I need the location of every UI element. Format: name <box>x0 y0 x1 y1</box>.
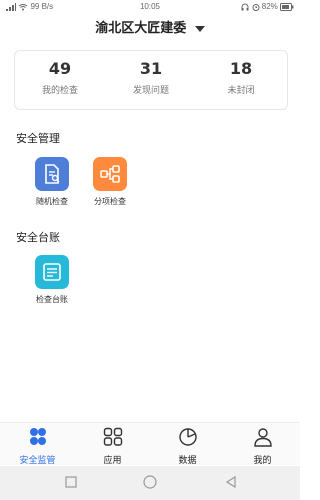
tab-label: 我的 <box>253 456 272 466</box>
stat-label: 发现问题 <box>132 86 169 96</box>
stat-label: 我的检查 <box>41 86 78 96</box>
home-icon[interactable] <box>142 475 158 491</box>
stat-my-checks[interactable]: 49 我的检查 <box>15 59 105 96</box>
tab-label: 数据 <box>178 456 197 466</box>
apps-icon <box>103 427 122 446</box>
org-selector[interactable]: 渝北区大匠建委 <box>95 16 205 42</box>
grid-dots-icon <box>29 428 46 445</box>
tile-random-check[interactable]: 随机检查 <box>22 157 82 207</box>
back-icon[interactable] <box>224 475 238 489</box>
battery-icon <box>280 2 294 11</box>
stat-value: 49 <box>48 59 72 78</box>
tile-label: 随机检查 <box>36 197 68 206</box>
headset-icon <box>241 3 249 11</box>
document-search-icon <box>35 157 69 191</box>
section-title-safety-ledger: 安全台账 <box>16 231 60 244</box>
tab-safety-supervision[interactable]: 安全监管 <box>0 427 75 466</box>
battery-level: 82% <box>261 2 278 11</box>
branch-icon <box>93 157 127 191</box>
tab-label: 安全监管 <box>19 456 56 466</box>
status-bar: 99 B/s 10:05 82% <box>0 0 300 14</box>
stat-value: 18 <box>229 59 253 78</box>
tab-mine[interactable]: 我的 <box>225 427 300 466</box>
status-right: 82% <box>241 2 294 11</box>
stat-value: 31 <box>139 59 163 78</box>
tile-label: 检查台账 <box>36 295 68 304</box>
system-nav-bar <box>0 466 300 500</box>
stat-issues-found[interactable]: 31 发现问题 <box>106 59 196 96</box>
ledger-icon <box>35 255 69 289</box>
tab-data[interactable]: 数据 <box>150 427 225 466</box>
pie-chart-icon <box>178 428 197 446</box>
section-title-safety-management: 安全管理 <box>16 132 60 145</box>
alarm-icon <box>252 3 260 11</box>
bottom-nav: 安全监管 应用 数据 我的 <box>0 422 300 466</box>
tile-inspection-ledger[interactable]: 检查台账 <box>22 255 82 305</box>
header: 渝北区大匠建委 <box>0 16 300 42</box>
page-title: 渝北区大匠建委 <box>95 21 187 36</box>
stat-label: 未封闭 <box>227 86 255 96</box>
tab-label: 应用 <box>103 456 122 466</box>
chevron-down-icon <box>194 25 205 32</box>
tile-label: 分项检查 <box>94 197 126 206</box>
tile-itemized-check[interactable]: 分项检查 <box>80 157 140 207</box>
stat-not-closed[interactable]: 18 未封闭 <box>196 59 286 96</box>
tab-apps[interactable]: 应用 <box>75 427 150 466</box>
stats-card: 49 我的检查 31 发现问题 18 未封闭 <box>14 50 288 110</box>
recent-apps-icon[interactable] <box>64 475 78 489</box>
person-icon <box>253 428 272 447</box>
